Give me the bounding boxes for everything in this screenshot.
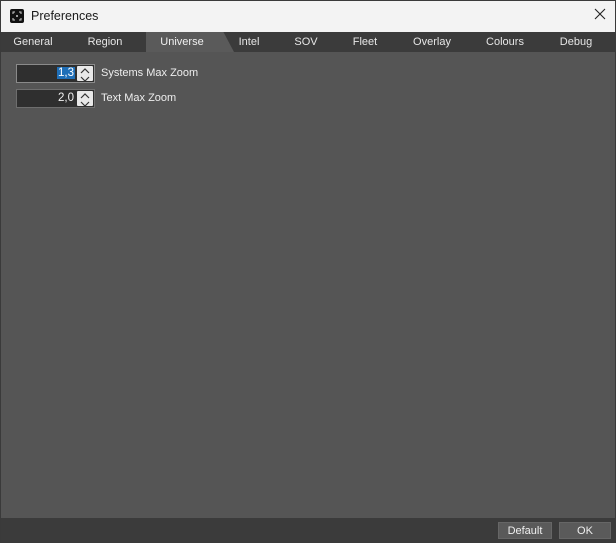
close-button[interactable]: [585, 1, 615, 31]
arrow-down-icon: [80, 94, 90, 112]
title-bar: Preferences: [1, 1, 615, 33]
window-title: Preferences: [31, 9, 99, 23]
text-max-zoom-decrement[interactable]: [77, 99, 93, 107]
text-max-zoom-value[interactable]: 2,0: [57, 92, 75, 104]
tab-overlay[interactable]: Overlay: [405, 32, 459, 52]
text-max-zoom-spinbox[interactable]: 2,0: [16, 89, 95, 108]
button-bar: Default OK: [1, 518, 615, 542]
text-max-zoom-label: Text Max Zoom: [101, 92, 177, 104]
tab-universe[interactable]: Universe: [146, 32, 234, 52]
universe-panel: 1,3 Systems Max Zoom 2,0 Text Max Zoom: [1, 52, 615, 518]
close-icon: [594, 7, 606, 25]
tab-region[interactable]: Region: [73, 32, 137, 52]
systems-max-zoom-value[interactable]: 1,3: [57, 67, 75, 79]
arrow-down-icon: [80, 69, 90, 87]
tab-bar: General Region Universe Intel SOV Fleet …: [1, 32, 615, 52]
tab-universe-label: Universe: [160, 36, 204, 48]
tab-general[interactable]: General: [1, 32, 65, 52]
preferences-window: Preferences General Region Universe Inte…: [0, 0, 616, 543]
ok-button[interactable]: OK: [559, 522, 611, 539]
systems-max-zoom-stepper: [77, 66, 93, 82]
text-max-zoom-stepper: [77, 91, 93, 107]
app-icon: [10, 9, 24, 23]
tab-colours[interactable]: Colours: [477, 32, 533, 52]
systems-max-zoom-label: Systems Max Zoom: [101, 67, 199, 79]
default-button[interactable]: Default: [498, 522, 552, 539]
tab-debug[interactable]: Debug: [553, 32, 599, 52]
tab-intel[interactable]: Intel: [227, 32, 271, 52]
tab-sov[interactable]: SOV: [284, 32, 328, 52]
systems-max-zoom-spinbox[interactable]: 1,3: [16, 64, 95, 83]
tab-fleet[interactable]: Fleet: [341, 32, 389, 52]
systems-max-zoom-decrement[interactable]: [77, 74, 93, 82]
